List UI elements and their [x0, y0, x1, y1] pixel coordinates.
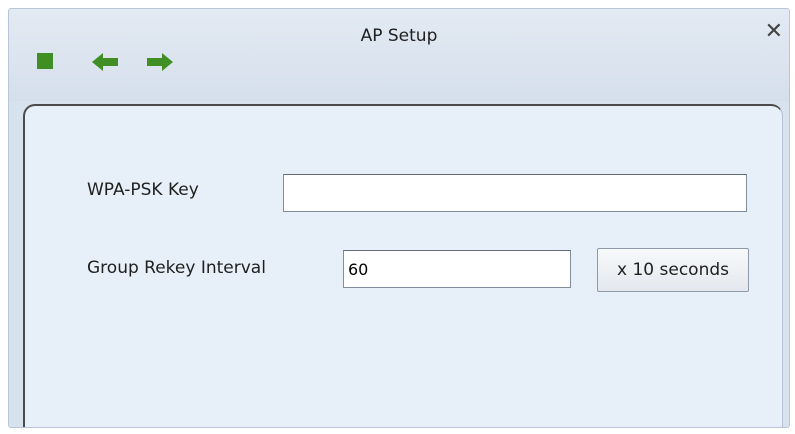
title-bar: AP Setup ✕	[9, 9, 789, 101]
forward-arrow-icon[interactable]	[146, 51, 174, 73]
settings-panel: WPA-PSK Key Group Rekey Interval x 10 se…	[23, 104, 783, 427]
wpa-psk-key-input[interactable]	[283, 174, 747, 212]
window-title: AP Setup	[360, 26, 438, 46]
rekey-unit-button[interactable]: x 10 seconds	[597, 248, 749, 292]
wpa-psk-key-label: WPA-PSK Key	[87, 180, 199, 200]
ap-setup-window: AP Setup ✕ WPA-PSK Key Group Rekey Inter…	[8, 8, 790, 428]
close-icon[interactable]: ✕	[765, 21, 783, 43]
group-rekey-interval-input[interactable]	[343, 250, 571, 288]
back-arrow-icon[interactable]	[91, 51, 119, 73]
stop-icon[interactable]	[37, 53, 53, 69]
group-rekey-interval-label: Group Rekey Interval	[87, 258, 266, 278]
